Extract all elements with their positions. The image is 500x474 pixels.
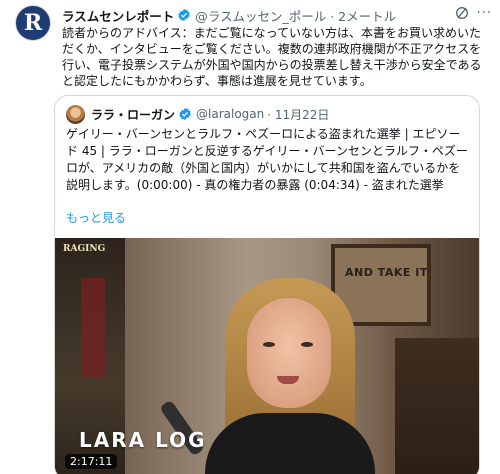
presenter-face xyxy=(247,298,331,408)
presenter-eye-left xyxy=(263,342,275,347)
grok-icon[interactable] xyxy=(454,5,470,21)
quoted-author-avatar[interactable] xyxy=(66,105,85,124)
background-bookshelf xyxy=(395,338,479,474)
background-frame-text: AND TAKE IT xyxy=(345,266,428,279)
quoted-tweet-text: ゲイリー・バーンセンとラルフ・ペズーロによる盗まれた選挙 | エピソード 45 … xyxy=(66,127,468,192)
video-lower-third: LARA LOG xyxy=(79,428,207,452)
presenter-eye-right xyxy=(301,342,313,347)
verified-badge-icon xyxy=(178,8,190,22)
avatar-letter: R xyxy=(23,10,43,36)
quoted-verified-badge-icon xyxy=(179,107,191,121)
quoted-tweet[interactable]: ララ・ローガン @laralogan · 11月22日 ゲイリー・バーンセンとラ… xyxy=(54,95,480,474)
quoted-author-name[interactable]: ララ・ローガン xyxy=(91,106,175,123)
author-name[interactable]: ラスムセンレポート xyxy=(62,6,174,25)
background-flag xyxy=(81,278,105,378)
tweet-text: 読者からのアドバイス：まだご覧になっていない方は、本書をお買い求めいただくか、イ… xyxy=(62,26,482,88)
video-duration: 2:17:11 xyxy=(65,454,118,469)
video-player[interactable]: RAGING AND TAKE IT LARA LOG 2:17:11 xyxy=(55,238,479,474)
show-more-link[interactable]: もっと見る xyxy=(66,209,126,226)
author-avatar[interactable]: R xyxy=(15,5,51,41)
author-handle-time[interactable]: @ラスムッセン_ポール · 2メートル xyxy=(195,6,396,25)
tweet[interactable]: R ラスムセンレポート @ラスムッセン_ポール · 2メートル ··· 読者から… xyxy=(0,0,500,474)
quoted-tweet-header: ララ・ローガン @laralogan · 11月22日 xyxy=(91,105,329,123)
more-options-icon[interactable]: ··· xyxy=(477,6,492,21)
tweet-header: ラスムセンレポート @ラスムッセン_ポール · 2メートル ··· xyxy=(62,6,492,24)
quoted-author-handle[interactable]: @laralogan xyxy=(196,107,264,121)
video-channel-logo: RAGING xyxy=(63,244,106,254)
quoted-tweet-date[interactable]: · 11月22日 xyxy=(267,106,329,123)
